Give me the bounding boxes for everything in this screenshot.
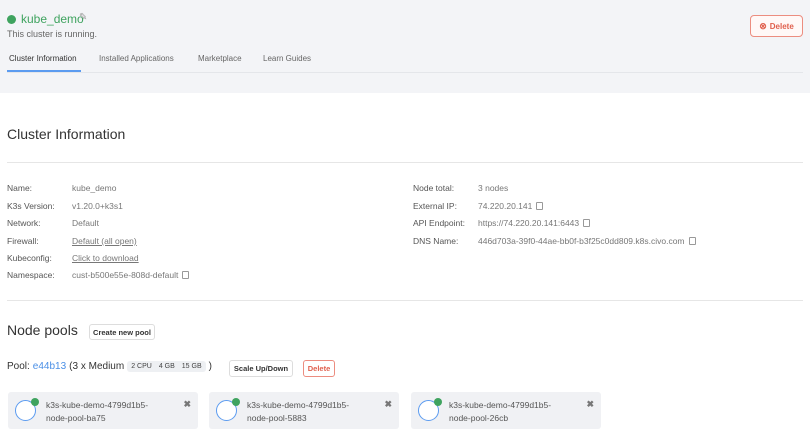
node-card: k3s-kube-demo-4799d1b5- node-pool-5883 ✖: [209, 392, 399, 429]
close-paren: ): [208, 361, 212, 372]
api-endpoint-label: API Endpoint:: [413, 218, 465, 228]
cluster-name: kube_demo: [21, 12, 84, 26]
close-circle-icon: ⊗: [759, 20, 767, 31]
create-pool-button[interactable]: Create new pool: [89, 324, 155, 340]
node-name: k3s-kube-demo-4799d1b5-: [247, 400, 350, 410]
ram-spec: 4 GB: [158, 363, 175, 370]
remove-node-icon[interactable]: ✖: [384, 399, 392, 410]
divider: [7, 300, 803, 301]
kubeconfig-download-link[interactable]: Click to download: [72, 253, 139, 263]
network-label: Network:: [7, 218, 41, 228]
node-card: k3s-kube-demo-4799d1b5- node-pool-26cb ✖: [411, 392, 601, 429]
cluster-header: [0, 0, 810, 93]
cluster-status: This cluster is running.: [7, 29, 98, 39]
tab-learn-guides[interactable]: Learn Guides: [263, 54, 311, 63]
remove-node-icon[interactable]: ✖: [586, 399, 594, 410]
status-dot-icon: [31, 398, 39, 406]
node-card: k3s-kube-demo-4799d1b5- node-pool-ba75 ✖: [8, 392, 198, 429]
delete-cluster-button[interactable]: ⊗ Delete: [750, 15, 803, 37]
copy-icon[interactable]: [688, 237, 696, 245]
scale-button[interactable]: Scale Up/Down: [229, 360, 293, 377]
tab-installed-applications[interactable]: Installed Applications: [99, 54, 174, 63]
status-dot-icon: [434, 398, 442, 406]
tab-cluster-information[interactable]: Cluster Information: [9, 54, 77, 63]
name-value: kube_demo: [72, 183, 117, 193]
node-total-value: 3 nodes: [478, 183, 509, 193]
node-name: k3s-kube-demo-4799d1b5-: [46, 400, 149, 410]
api-endpoint-value: https://74.220.20.141:6443: [478, 218, 580, 228]
pool-id-link[interactable]: e44b13: [33, 361, 66, 372]
namespace-label: Namespace:: [7, 270, 55, 280]
node-name-suffix: node-pool-ba75: [46, 412, 106, 423]
node-name-suffix: node-pool-26cb: [449, 412, 509, 423]
node-name: k3s-kube-demo-4799d1b5-: [449, 400, 552, 410]
version-value: v1.20.0+k3s1: [72, 201, 123, 211]
copy-icon[interactable]: [536, 202, 544, 210]
tab-marketplace[interactable]: Marketplace: [198, 54, 242, 63]
dns-name-value: 446d703a-39f0-44ae-bb0f-b3f25c0dd809.k8s…: [478, 236, 685, 246]
divider: [7, 72, 803, 73]
namespace-value: cust-b500e55e-808d-default: [72, 270, 179, 280]
divider: [7, 162, 803, 163]
node-total-label: Node total:: [413, 183, 455, 193]
version-label: K3s Version:: [7, 201, 55, 211]
dns-name-label: DNS Name:: [413, 236, 459, 246]
status-dot-icon: [232, 398, 240, 406]
firewall-label: Firewall:: [7, 236, 39, 246]
kubeconfig-label: Kubeconfig:: [7, 253, 52, 263]
pool-specs: 2 CPU 4 GB 15 GB: [127, 361, 206, 372]
firewall-link[interactable]: Default (all open): [72, 236, 137, 246]
section-title: Cluster Information: [7, 126, 126, 142]
node-pools-title: Node pools: [7, 322, 78, 338]
cpu-spec: 2 CPU: [131, 363, 152, 370]
remove-node-icon[interactable]: ✖: [183, 399, 191, 410]
external-ip-label: External IP:: [413, 201, 457, 211]
status-dot-icon: [7, 15, 16, 24]
pool-prefix: Pool:: [7, 361, 30, 372]
pool-header: Pool: e44b13 (3 x Medium 2 CPU 4 GB 15 GB …: [7, 361, 212, 372]
copy-icon[interactable]: [182, 271, 190, 279]
delete-label: Delete: [769, 21, 794, 31]
node-name-suffix: node-pool-5883: [247, 412, 307, 423]
delete-pool-button[interactable]: Delete: [303, 360, 335, 377]
edit-pencil-icon[interactable]: ✎: [79, 12, 87, 23]
disk-spec: 15 GB: [181, 363, 202, 370]
copy-icon[interactable]: [583, 219, 591, 227]
network-value: Default: [72, 218, 99, 228]
name-label: Name:: [7, 183, 33, 193]
external-ip-value: 74.220.20.141: [478, 201, 533, 211]
pool-size: (3 x Medium: [69, 361, 125, 372]
